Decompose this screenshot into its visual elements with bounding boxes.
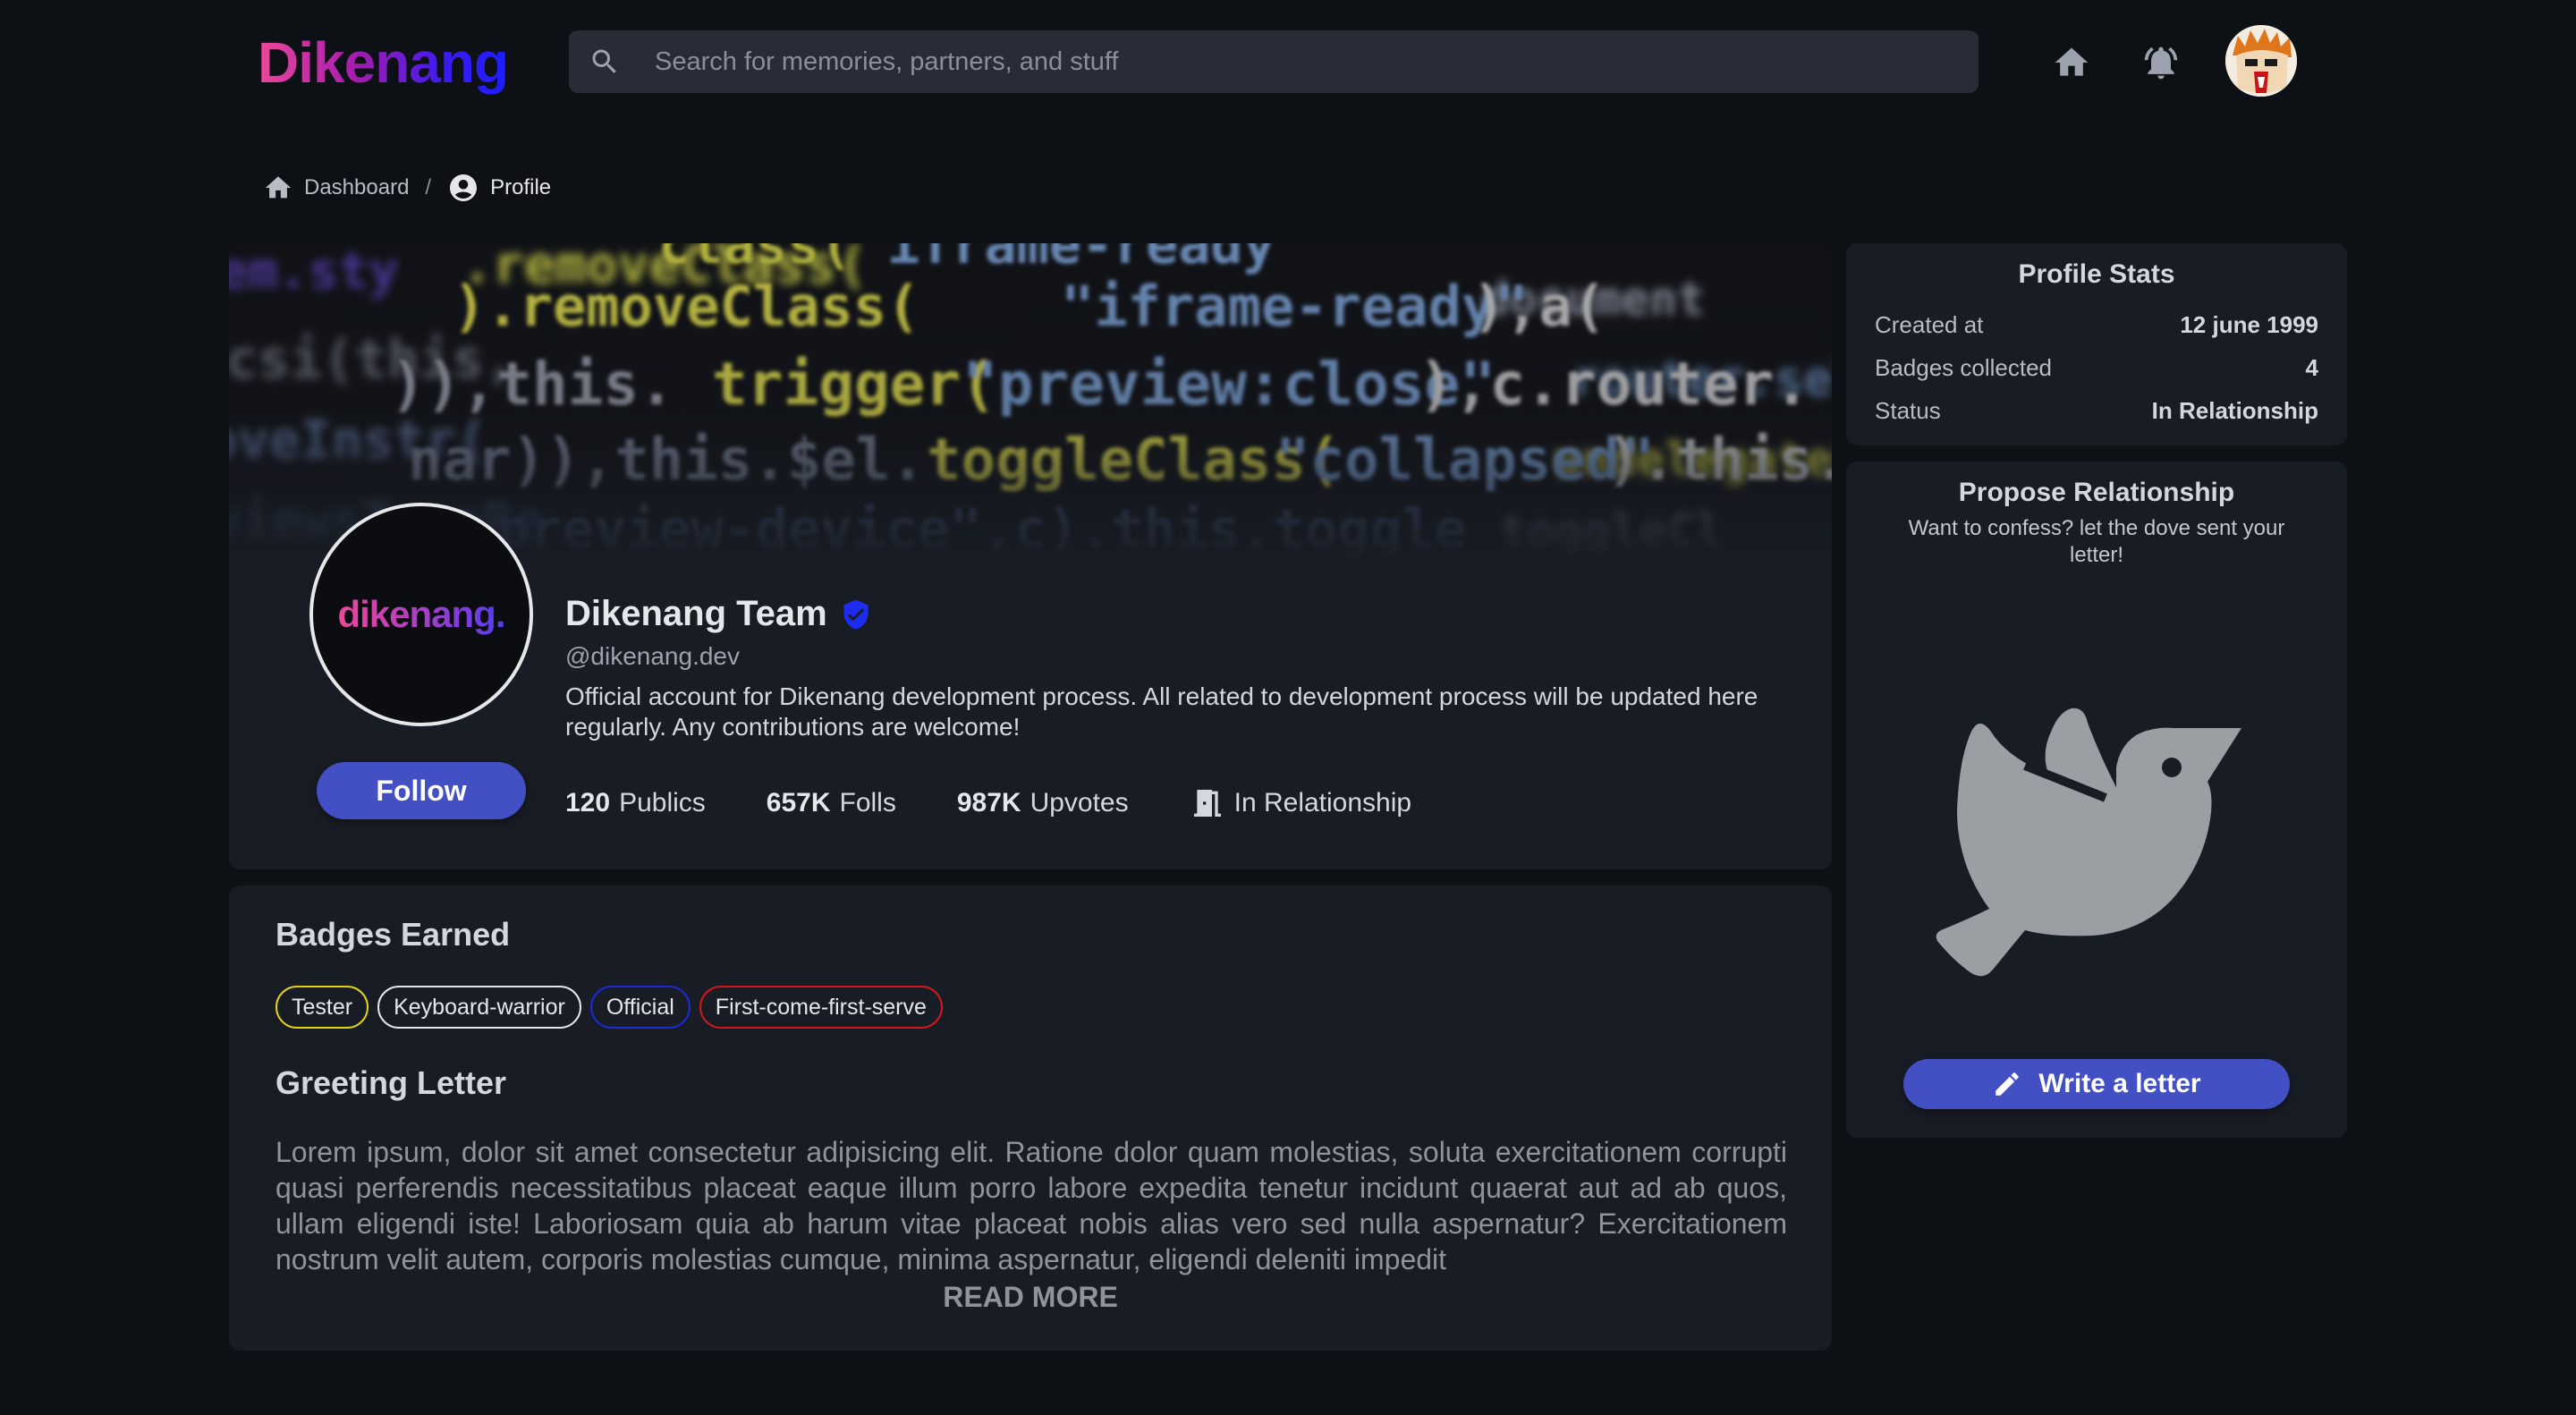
breadcrumb-profile[interactable]: Profile xyxy=(447,172,551,204)
stat-row-label: Created at xyxy=(1875,311,1984,338)
profile-stats-bar: 120 Publics 657K Folls 987K Upvotes In R… xyxy=(565,785,1472,821)
stat-row-value: In Relationship xyxy=(2151,397,2318,424)
propose-title: Propose Relationship xyxy=(1958,478,2235,507)
stat-label: Folls xyxy=(839,788,896,818)
badge-tester[interactable]: Tester xyxy=(275,986,369,1029)
breadcrumb-label: Profile xyxy=(490,175,552,199)
avatar-illustration xyxy=(2225,25,2297,97)
propose-subtitle: Want to confess? let the dove sent your … xyxy=(1908,516,2285,567)
search-icon xyxy=(592,49,616,73)
stat-value: 657K xyxy=(766,788,831,818)
write-letter-button[interactable]: Write a letter xyxy=(1903,1059,2290,1109)
stat-row-badges: Badges collected 4 xyxy=(1875,354,2318,382)
breadcrumb: Dashboard / Profile xyxy=(263,170,551,206)
stat-row-label: Status xyxy=(1875,397,1941,424)
badge-official[interactable]: Official xyxy=(589,986,691,1029)
profile-stats-title: Profile Stats xyxy=(2018,259,2175,289)
user-avatar[interactable] xyxy=(2225,25,2297,97)
relationship-label: In Relationship xyxy=(1233,788,1412,818)
stat-row-created: Created at 12 june 1999 xyxy=(1875,311,2318,339)
profile-card: elem.sty .removeClass( document ocsi(thi… xyxy=(229,243,1832,869)
stat-publics[interactable]: 120 Publics xyxy=(565,788,706,818)
write-letter-label: Write a letter xyxy=(2038,1069,2201,1098)
greeting-body: Lorem ipsum, dolor sit amet consectetur … xyxy=(275,1136,1787,1275)
stat-row-value: 4 xyxy=(2305,354,2318,381)
search-input[interactable] xyxy=(655,30,1943,93)
stat-row-status: Status In Relationship xyxy=(1875,397,2318,425)
stat-value: 120 xyxy=(565,788,611,818)
profile-handle: @dikenang.dev xyxy=(565,642,741,670)
home-icon xyxy=(265,176,292,199)
avatar-logo-text: dikenang. xyxy=(337,593,505,635)
breadcrumb-dashboard[interactable]: Dashboard xyxy=(263,173,409,203)
stat-folls[interactable]: 657K Folls xyxy=(767,788,896,818)
profile-bio: Official account for Dikenang developmen… xyxy=(565,682,1758,741)
stat-label: Upvotes xyxy=(1030,788,1129,818)
profile-stats-card: Profile Stats Created at 12 june 1999 Ba… xyxy=(1846,243,2347,445)
badge-keyboard-warrior[interactable]: Keyboard-warrior xyxy=(377,986,581,1029)
pencil-icon xyxy=(1996,1072,2020,1096)
search-bar[interactable] xyxy=(569,30,1979,93)
breadcrumb-label: Dashboard xyxy=(304,175,410,199)
home-icon[interactable] xyxy=(2052,43,2091,82)
verified-badge-icon xyxy=(843,599,869,629)
badge-first-come-first-serve[interactable]: First-come-first-serve xyxy=(699,986,943,1029)
stat-label: Publics xyxy=(619,788,706,818)
greeting-title: Greeting Letter xyxy=(275,1064,507,1101)
relationship-status: In Relationship xyxy=(1190,785,1411,821)
badges-title: Badges Earned xyxy=(275,916,511,953)
badges-list: Tester Keyboard-warrior Official First-c… xyxy=(275,986,943,1029)
stat-upvotes[interactable]: 987K Upvotes xyxy=(957,788,1129,818)
stat-value: 987K xyxy=(956,788,1021,818)
stat-row-value: 12 june 1999 xyxy=(2180,311,2318,338)
bell-icon[interactable] xyxy=(2141,43,2181,82)
app-logo[interactable]: Dikenang xyxy=(258,27,509,98)
stat-row-label: Badges collected xyxy=(1875,354,2053,381)
door-icon xyxy=(1193,790,1221,817)
profile-avatar[interactable]: dikenang. xyxy=(309,503,533,726)
read-more-button[interactable]: READ MORE xyxy=(229,1281,1832,1314)
follow-button[interactable]: Follow xyxy=(317,762,526,819)
dove-icon xyxy=(1936,708,2241,977)
propose-relationship-card: Propose Relationship Want to confess? le… xyxy=(1846,462,2347,1138)
account-circle-icon xyxy=(450,174,478,201)
dove-eye xyxy=(2162,758,2182,777)
breadcrumb-separator: / xyxy=(425,175,432,199)
profile-name-row: Dikenang Team xyxy=(565,594,872,634)
profile-name: Dikenang Team xyxy=(565,594,827,633)
